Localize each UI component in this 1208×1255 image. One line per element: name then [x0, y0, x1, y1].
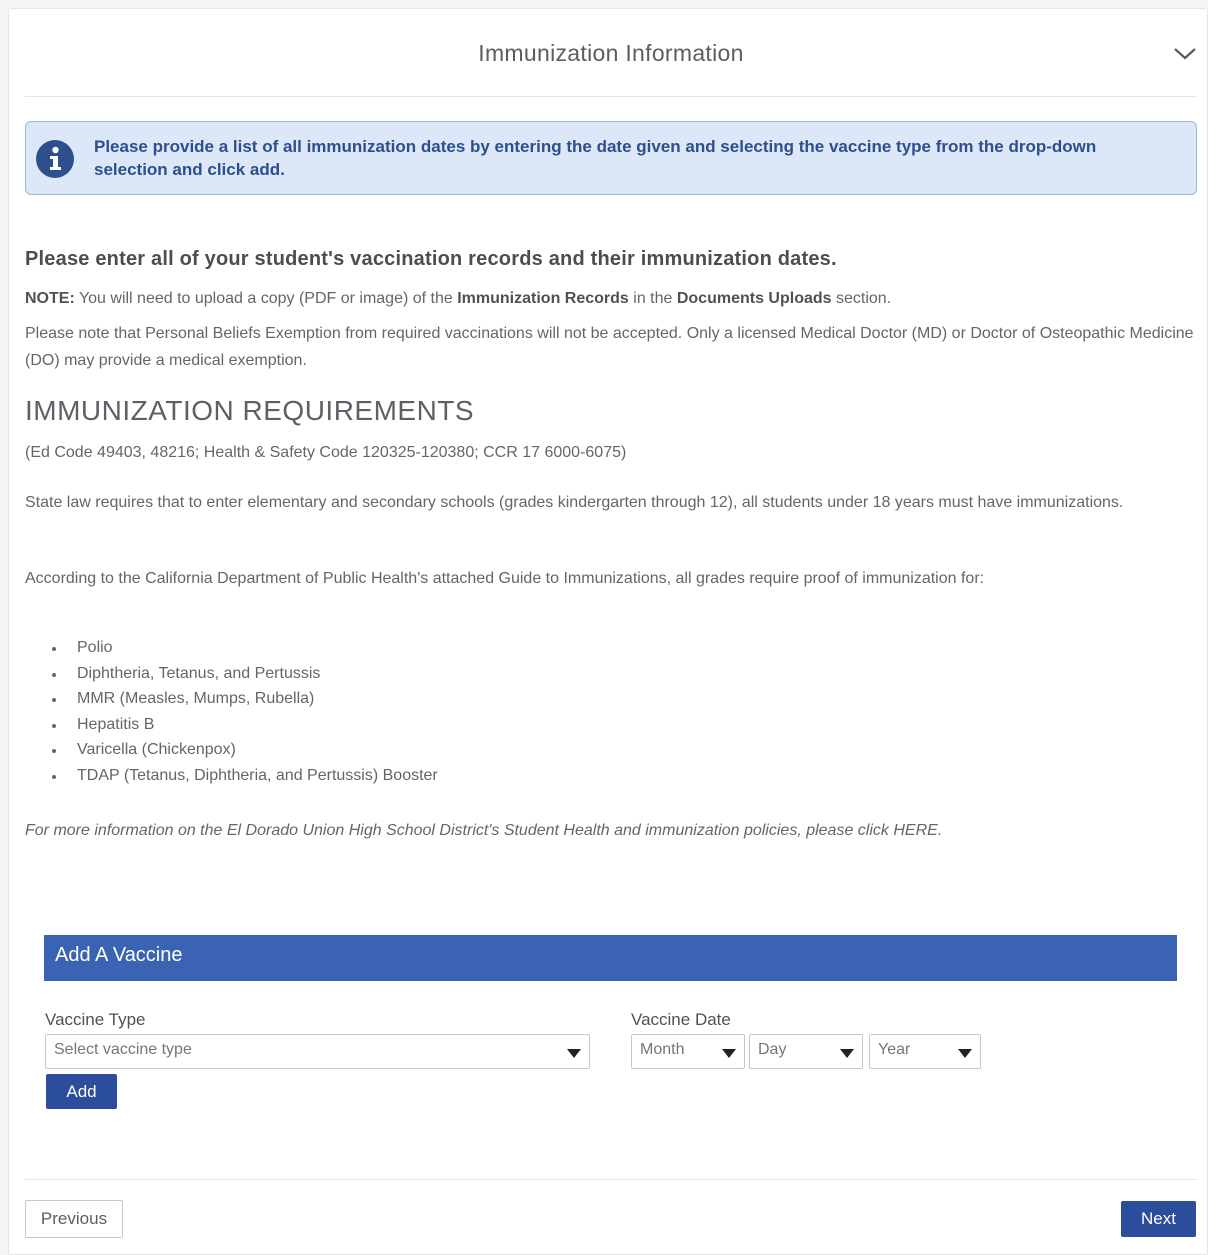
vaccine-type-value: Select vaccine type: [54, 1041, 192, 1058]
section-header[interactable]: Immunization Information: [25, 9, 1197, 97]
day-value: Day: [758, 1041, 787, 1058]
list-item: TDAP (Tetanus, Diphtheria, and Pertussis…: [49, 763, 438, 789]
more-info-paragraph: For more information on the El Dorado Un…: [25, 817, 1197, 844]
section-title: Immunization Information: [478, 40, 744, 66]
month-value: Month: [640, 1041, 685, 1058]
immunization-card: Immunization Information Please provide …: [8, 8, 1208, 1255]
more-info-text: For more information on the El Dorado Un…: [25, 822, 894, 839]
dropdown-arrow-icon: [567, 1049, 581, 1058]
info-alert: Please provide a list of all immunizatio…: [25, 121, 1197, 195]
dropdown-arrow-icon: [722, 1049, 736, 1058]
list-item: Diphtheria, Tetanus, and Pertussis: [49, 661, 438, 687]
list-item: Varicella (Chickenpox): [49, 737, 438, 763]
year-select[interactable]: Year: [869, 1034, 981, 1069]
page-heading: Please enter all of your student's vacci…: [25, 248, 837, 270]
vaccine-type-select[interactable]: Select vaccine type: [45, 1034, 590, 1069]
dropdown-arrow-icon: [840, 1049, 854, 1058]
previous-button[interactable]: Previous: [25, 1200, 123, 1238]
here-link[interactable]: HERE: [893, 822, 937, 839]
footer-divider: [25, 1179, 1197, 1180]
dropdown-arrow-icon: [958, 1049, 972, 1058]
vaccine-date-label: Vaccine Date: [631, 1010, 731, 1029]
day-select[interactable]: Day: [749, 1034, 863, 1069]
list-item: Polio: [49, 635, 438, 661]
guide-paragraph: According to the California Department o…: [25, 570, 985, 587]
info-icon: [36, 140, 74, 178]
chevron-down-icon[interactable]: [1173, 43, 1197, 63]
add-button[interactable]: Add: [46, 1074, 117, 1109]
list-item: Hepatitis B: [49, 712, 438, 738]
next-button[interactable]: Next: [1121, 1201, 1196, 1237]
vaccine-type-label: Vaccine Type: [45, 1010, 146, 1029]
note-bold-immunization-records: Immunization Records: [457, 290, 629, 307]
year-value: Year: [878, 1041, 911, 1058]
note-text-2: in the: [628, 290, 677, 307]
requirements-codes: (Ed Code 49403, 48216; Health & Safety C…: [25, 444, 627, 461]
vaccine-requirements-list: Polio Diphtheria, Tetanus, and Pertussis…: [49, 635, 438, 788]
more-info-end: .: [937, 822, 943, 839]
state-law-paragraph: State law requires that to enter element…: [25, 494, 1124, 511]
note-text-1: You will need to upload a copy (PDF or i…: [74, 290, 458, 307]
note-text-3: section.: [831, 290, 892, 307]
list-item: MMR (Measles, Mumps, Rubella): [49, 686, 438, 712]
note-bold-documents-uploads: Documents Uploads: [676, 290, 832, 307]
note-label: NOTE:: [25, 290, 75, 307]
add-vaccine-header: Add A Vaccine: [44, 935, 1177, 981]
note-paragraph: NOTE: You will need to upload a copy (PD…: [25, 285, 1197, 312]
requirements-title: IMMUNIZATION REQUIREMENTS: [25, 395, 475, 426]
info-text: Please provide a list of all immunizatio…: [94, 137, 1097, 179]
month-select[interactable]: Month: [631, 1034, 745, 1069]
exemption-paragraph: Please note that Personal Beliefs Exempt…: [25, 325, 1194, 369]
